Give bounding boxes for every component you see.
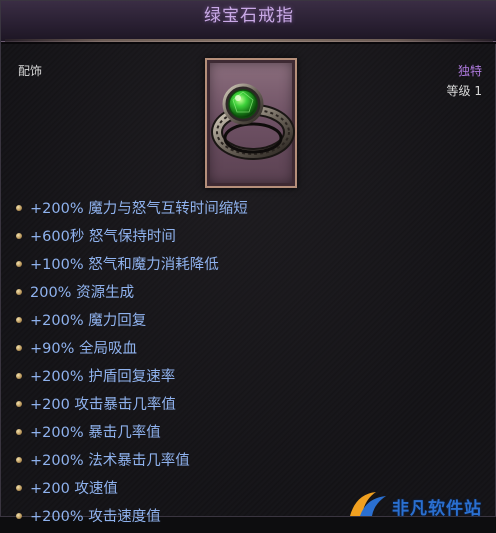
item-tooltip: 绿宝石戒指 配饰 独特 等级 1 +200% 魔力与怒气互转时间缩短 +600秒… [0,0,496,525]
stat-text: +200% 攻击速度值 [30,509,161,525]
stat-text: +200 攻速值 [30,481,118,497]
bullet-icon [16,457,22,463]
tooltip-header: 绿宝石戒指 [1,1,496,42]
bullet-icon [16,513,22,519]
stat-text: +200% 法术暴击几率值 [30,453,190,469]
bullet-icon [16,261,22,267]
stat-text: +100% 怒气和魔力消耗降低 [30,257,219,273]
emerald-ring-icon [211,83,295,160]
bullet-icon [16,429,22,435]
item-slot: 配饰 [18,64,43,78]
stat-line: +200% 魔力回复 [16,309,486,337]
stat-text: +600秒 怒气保持时间 [30,229,176,245]
item-rarity: 独特 [457,64,482,78]
item-level: 等级 1 [446,84,482,98]
stat-text: +200% 魔力回复 [30,313,147,329]
stat-line: +200% 暴击几率值 [16,421,486,449]
stat-line: +200% 魔力与怒气互转时间缩短 [16,197,486,225]
bullet-icon [16,205,22,211]
bullet-icon [16,317,22,323]
stat-line: +200% 护盾回复速率 [16,365,486,393]
stat-line: +600秒 怒气保持时间 [16,225,486,253]
stat-text: +200% 魔力与怒气互转时间缩短 [30,201,248,217]
bullet-icon [16,289,22,295]
stat-text: +90% 全局吸血 [30,341,137,357]
stat-list: +200% 魔力与怒气互转时间缩短 +600秒 怒气保持时间 +100% 怒气和… [16,197,486,533]
bullet-icon [16,373,22,379]
watermark-logo-icon [350,492,386,516]
stat-text: +200 攻击暴击几率值 [30,397,176,413]
item-image-card [205,58,297,188]
stat-line: +200% 法术暴击几率值 [16,449,486,477]
stat-text: +200% 护盾回复速率 [30,369,176,385]
stat-line: +100% 怒气和魔力消耗降低 [16,253,486,281]
header-divider [5,39,493,42]
bullet-icon [16,485,22,491]
bullet-icon [16,401,22,407]
stat-text: 200% 资源生成 [30,285,135,301]
stat-text: +200% 暴击几率值 [30,425,161,441]
bullet-icon [16,233,22,239]
stat-line: +200 攻击暴击几率值 [16,393,486,421]
stat-line: +90% 全局吸血 [16,337,486,365]
item-title: 绿宝石戒指 [204,6,294,26]
stat-line: 200% 资源生成 [16,281,486,309]
watermark-text: 非凡软件站 [392,499,482,519]
site-watermark: 非凡软件站 [346,488,486,519]
bullet-icon [16,345,22,351]
